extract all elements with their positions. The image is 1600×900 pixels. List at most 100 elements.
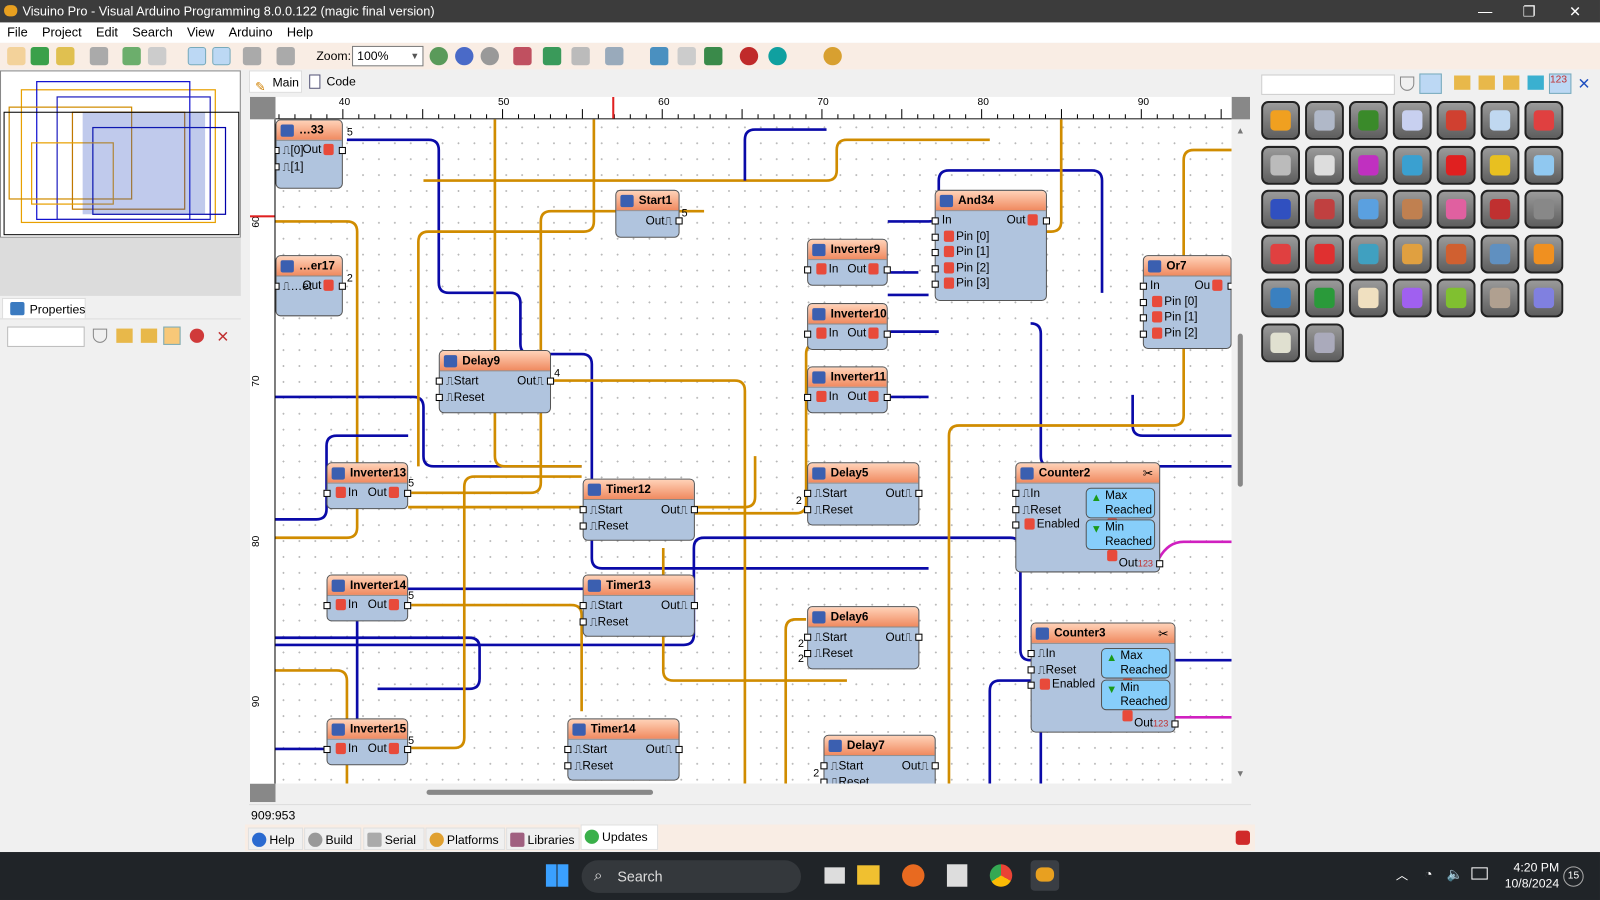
input-pin[interactable]: ⎍[1]: [275, 159, 304, 174]
input-pin[interactable]: ⎍In: [1012, 486, 1040, 501]
open-examples-icon[interactable]: [30, 46, 49, 66]
component-header[interactable]: Start1: [616, 190, 679, 212]
scroll-down-icon[interactable]: ▼: [1236, 768, 1245, 778]
output-pin[interactable]: Out123: [1134, 716, 1179, 731]
palette-calculator-icon[interactable]: [1480, 101, 1520, 140]
arduino-ide-icon[interactable]: [739, 46, 759, 66]
tab-serial[interactable]: Serial: [363, 827, 425, 850]
input-pin[interactable]: In: [804, 262, 838, 277]
import-icon[interactable]: [122, 46, 141, 66]
folder-bulb-icon[interactable]: [1454, 75, 1471, 90]
menu-view[interactable]: View: [180, 22, 222, 42]
output-pin[interactable]: Out⎍: [902, 758, 939, 773]
pin-connector[interactable]: [1012, 521, 1020, 529]
component-delay7[interactable]: Delay7 ⎍Start ⎍Reset Out⎍: [820, 734, 939, 784]
pin-connector[interactable]: [435, 393, 443, 401]
battery-icon[interactable]: [1471, 867, 1488, 880]
palette-net-link-icon[interactable]: [1480, 234, 1520, 273]
tools-icon[interactable]: ✕: [1578, 74, 1591, 93]
palette-color-matrix-icon[interactable]: [1436, 189, 1476, 229]
digital-wire[interactable]: [408, 603, 583, 712]
palette-chart-filter-icon[interactable]: [1524, 101, 1564, 140]
input-pin[interactable]: In: [323, 742, 358, 757]
component-inverter13[interactable]: Inverter13 In Out: [323, 462, 412, 510]
input-pin[interactable]: ⎍Start: [820, 758, 863, 773]
component-header[interactable]: …er17: [276, 256, 342, 277]
input-pin[interactable]: ⎍Start: [564, 742, 607, 757]
horizontal-scroll-thumb[interactable]: [426, 789, 654, 795]
pin-connector[interactable]: [804, 505, 812, 513]
input-pin[interactable]: ⎍Reset: [804, 502, 853, 517]
component-start1[interactable]: Start1 Out⎍: [615, 189, 683, 238]
component-and34[interactable]: And34 In Pin [0] Pin [1] Pin [2] Pin [3] Out: [931, 189, 1050, 302]
open-icon[interactable]: [56, 46, 75, 66]
input-pin[interactable]: ⎍Reset: [579, 614, 628, 629]
input-pin[interactable]: ⎍Reset: [1027, 662, 1076, 677]
component-header[interactable]: And34: [935, 190, 1046, 212]
min-reached-pin[interactable]: ▼ Min Reached: [1101, 679, 1171, 722]
redo-icon[interactable]: [276, 46, 295, 66]
input-pin[interactable]: ⎍In: [1027, 646, 1055, 661]
output-pin[interactable]: Out: [847, 262, 891, 277]
palette-keypad-icon[interactable]: [1524, 189, 1564, 229]
pin-connector[interactable]: [1027, 649, 1035, 658]
save-icon[interactable]: [89, 46, 109, 66]
component-counter3[interactable]: Counter3 ⎍In ⎍Reset Enabled Out123 ✂ ▲ Max Reach…: [1027, 622, 1179, 733]
palette-factory-icon[interactable]: [1305, 189, 1344, 229]
pin-connector[interactable]: [323, 489, 331, 497]
component-header[interactable]: Timer12: [583, 479, 694, 500]
palette-pump-icon[interactable]: [1305, 101, 1344, 140]
component-header[interactable]: Inverter14: [327, 575, 408, 596]
pin-connector[interactable]: [564, 745, 572, 754]
delete-icon[interactable]: [571, 46, 590, 66]
palette-telescope-icon[interactable]: [1392, 145, 1432, 185]
undo-icon[interactable]: [242, 46, 262, 66]
horizontal-scrollbar[interactable]: [275, 783, 1232, 803]
palette-module-icon[interactable]: [1261, 322, 1300, 362]
component-delay6[interactable]: Delay6 ⎍Start ⎍Reset Out⎍: [804, 606, 923, 670]
input-pin[interactable]: ⎍Start: [579, 502, 622, 517]
palette-filter-doc-icon[interactable]: [1348, 278, 1388, 318]
output-pin[interactable]: Out⎍: [646, 742, 683, 757]
zoom-select[interactable]: 100% ▼: [352, 45, 424, 67]
component-inverter15[interactable]: Inverter15 In Out: [323, 718, 412, 766]
new-icon[interactable]: [7, 46, 26, 66]
tab-platforms[interactable]: Platforms: [425, 827, 506, 850]
pin-connector[interactable]: [804, 633, 812, 641]
max-reached-pin[interactable]: ▲ Max Reached: [1101, 647, 1171, 690]
pin-connector[interactable]: [338, 146, 346, 155]
pin-connector[interactable]: [931, 265, 939, 273]
component-header[interactable]: Inverter9: [808, 239, 887, 261]
visuino-taskbar-icon[interactable]: [1030, 860, 1060, 891]
pin-connector[interactable]: [579, 506, 587, 514]
output-pin[interactable]: Out⎍: [661, 502, 698, 517]
palette-m5stack-icon[interactable]: [1261, 278, 1300, 318]
component-inverter14[interactable]: Inverter14 In Out: [323, 574, 412, 622]
compile-icon[interactable]: [649, 46, 669, 66]
output-pin[interactable]: Out: [368, 742, 412, 757]
output-pin[interactable]: Out: [303, 279, 346, 294]
input-pin[interactable]: Pin [2]: [931, 261, 989, 276]
expand-folders-icon[interactable]: [1503, 75, 1520, 90]
pin-connector[interactable]: [579, 617, 587, 626]
input-pin[interactable]: Pin [3]: [931, 277, 989, 292]
output-pin[interactable]: Out: [1007, 213, 1050, 228]
palette-gamepad-icon[interactable]: [1524, 278, 1564, 318]
boolean-wire[interactable]: [1131, 394, 1232, 438]
tag-icon[interactable]: [1527, 75, 1544, 90]
pin-connector[interactable]: [404, 602, 412, 610]
clock-date[interactable]: 10/8/2024: [1500, 877, 1559, 891]
component-header[interactable]: …33: [276, 120, 342, 141]
zoom-fit-icon[interactable]: [480, 46, 499, 66]
palette-text-icon[interactable]: [1436, 234, 1476, 273]
boolean-wire[interactable]: [743, 128, 827, 181]
vertical-scrollbar[interactable]: ▲ ▼: [1231, 119, 1250, 784]
component-inverter9[interactable]: Inverter9 In Out: [804, 238, 891, 286]
pin-connector[interactable]: [546, 377, 555, 385]
component-header[interactable]: Inverter13: [327, 463, 408, 484]
output-pin[interactable]: Ou: [1195, 279, 1232, 294]
palette-convert-icon[interactable]: [1348, 234, 1388, 273]
input-pin[interactable]: ⎍Reset: [1012, 502, 1061, 517]
component-header[interactable]: Counter3: [1031, 623, 1175, 644]
task-view-icon[interactable]: [824, 867, 845, 884]
